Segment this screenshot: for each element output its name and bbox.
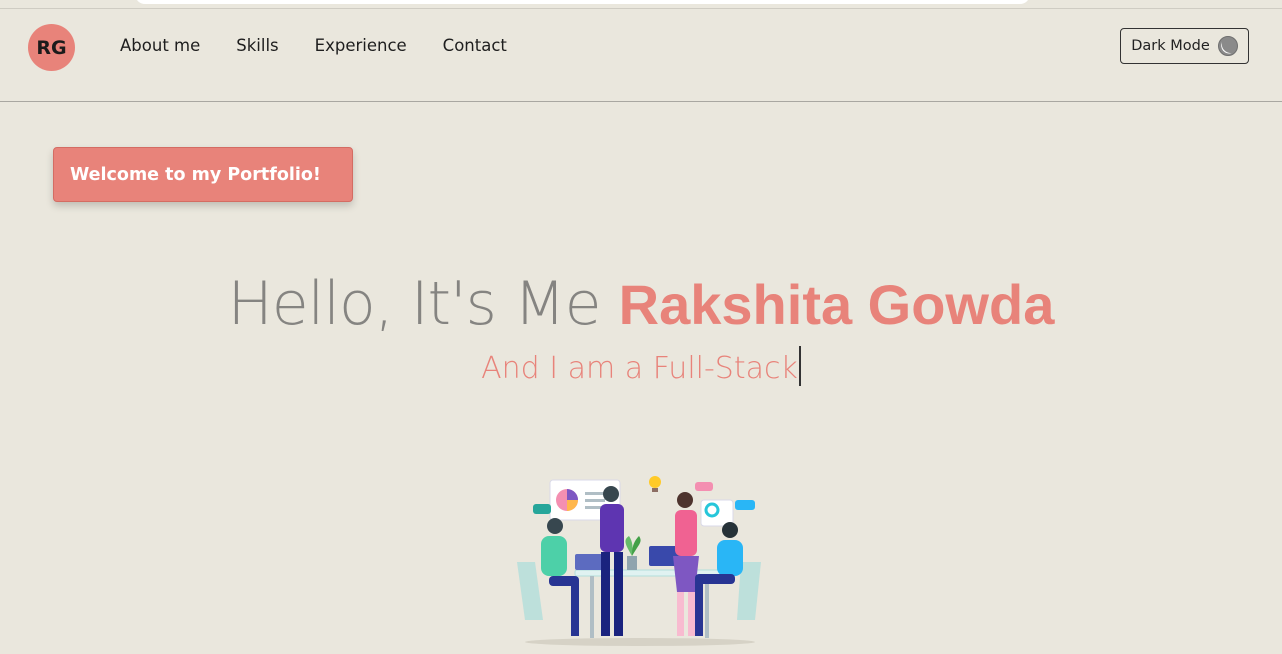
hero-subtitle: And I am a Full-Stack	[0, 346, 1282, 386]
site-header: RG About me Skills Experience Contact Da…	[0, 9, 1282, 102]
welcome-badge[interactable]: Welcome to my Portfolio!	[53, 147, 353, 202]
dark-mode-button[interactable]: Dark Mode	[1120, 28, 1249, 64]
nav-experience[interactable]: Experience	[315, 36, 407, 55]
hero-subtitle-text: And I am a Full-Stack	[481, 351, 798, 386]
logo-text: RG	[36, 36, 67, 59]
welcome-text: Welcome to my Portfolio!	[70, 164, 321, 185]
hero-greeting: Hello, It's Me	[227, 269, 619, 339]
browser-address-bar-edge	[135, 0, 1030, 4]
dark-mode-label: Dark Mode	[1131, 38, 1210, 54]
nav-about-me[interactable]: About me	[120, 36, 200, 55]
browser-top-strip	[0, 0, 1282, 9]
nav-skills[interactable]: Skills	[236, 36, 278, 55]
hero-heading: Hello, It's Me Rakshita Gowda	[0, 268, 1282, 341]
logo-badge[interactable]: RG	[28, 24, 75, 71]
team-meeting-illustration	[517, 476, 761, 646]
main-nav: About me Skills Experience Contact	[120, 36, 507, 55]
nav-contact[interactable]: Contact	[443, 36, 507, 55]
typing-caret	[798, 346, 801, 386]
moon-icon	[1217, 36, 1238, 56]
hero-name: Rakshita Gowda	[618, 273, 1055, 336]
